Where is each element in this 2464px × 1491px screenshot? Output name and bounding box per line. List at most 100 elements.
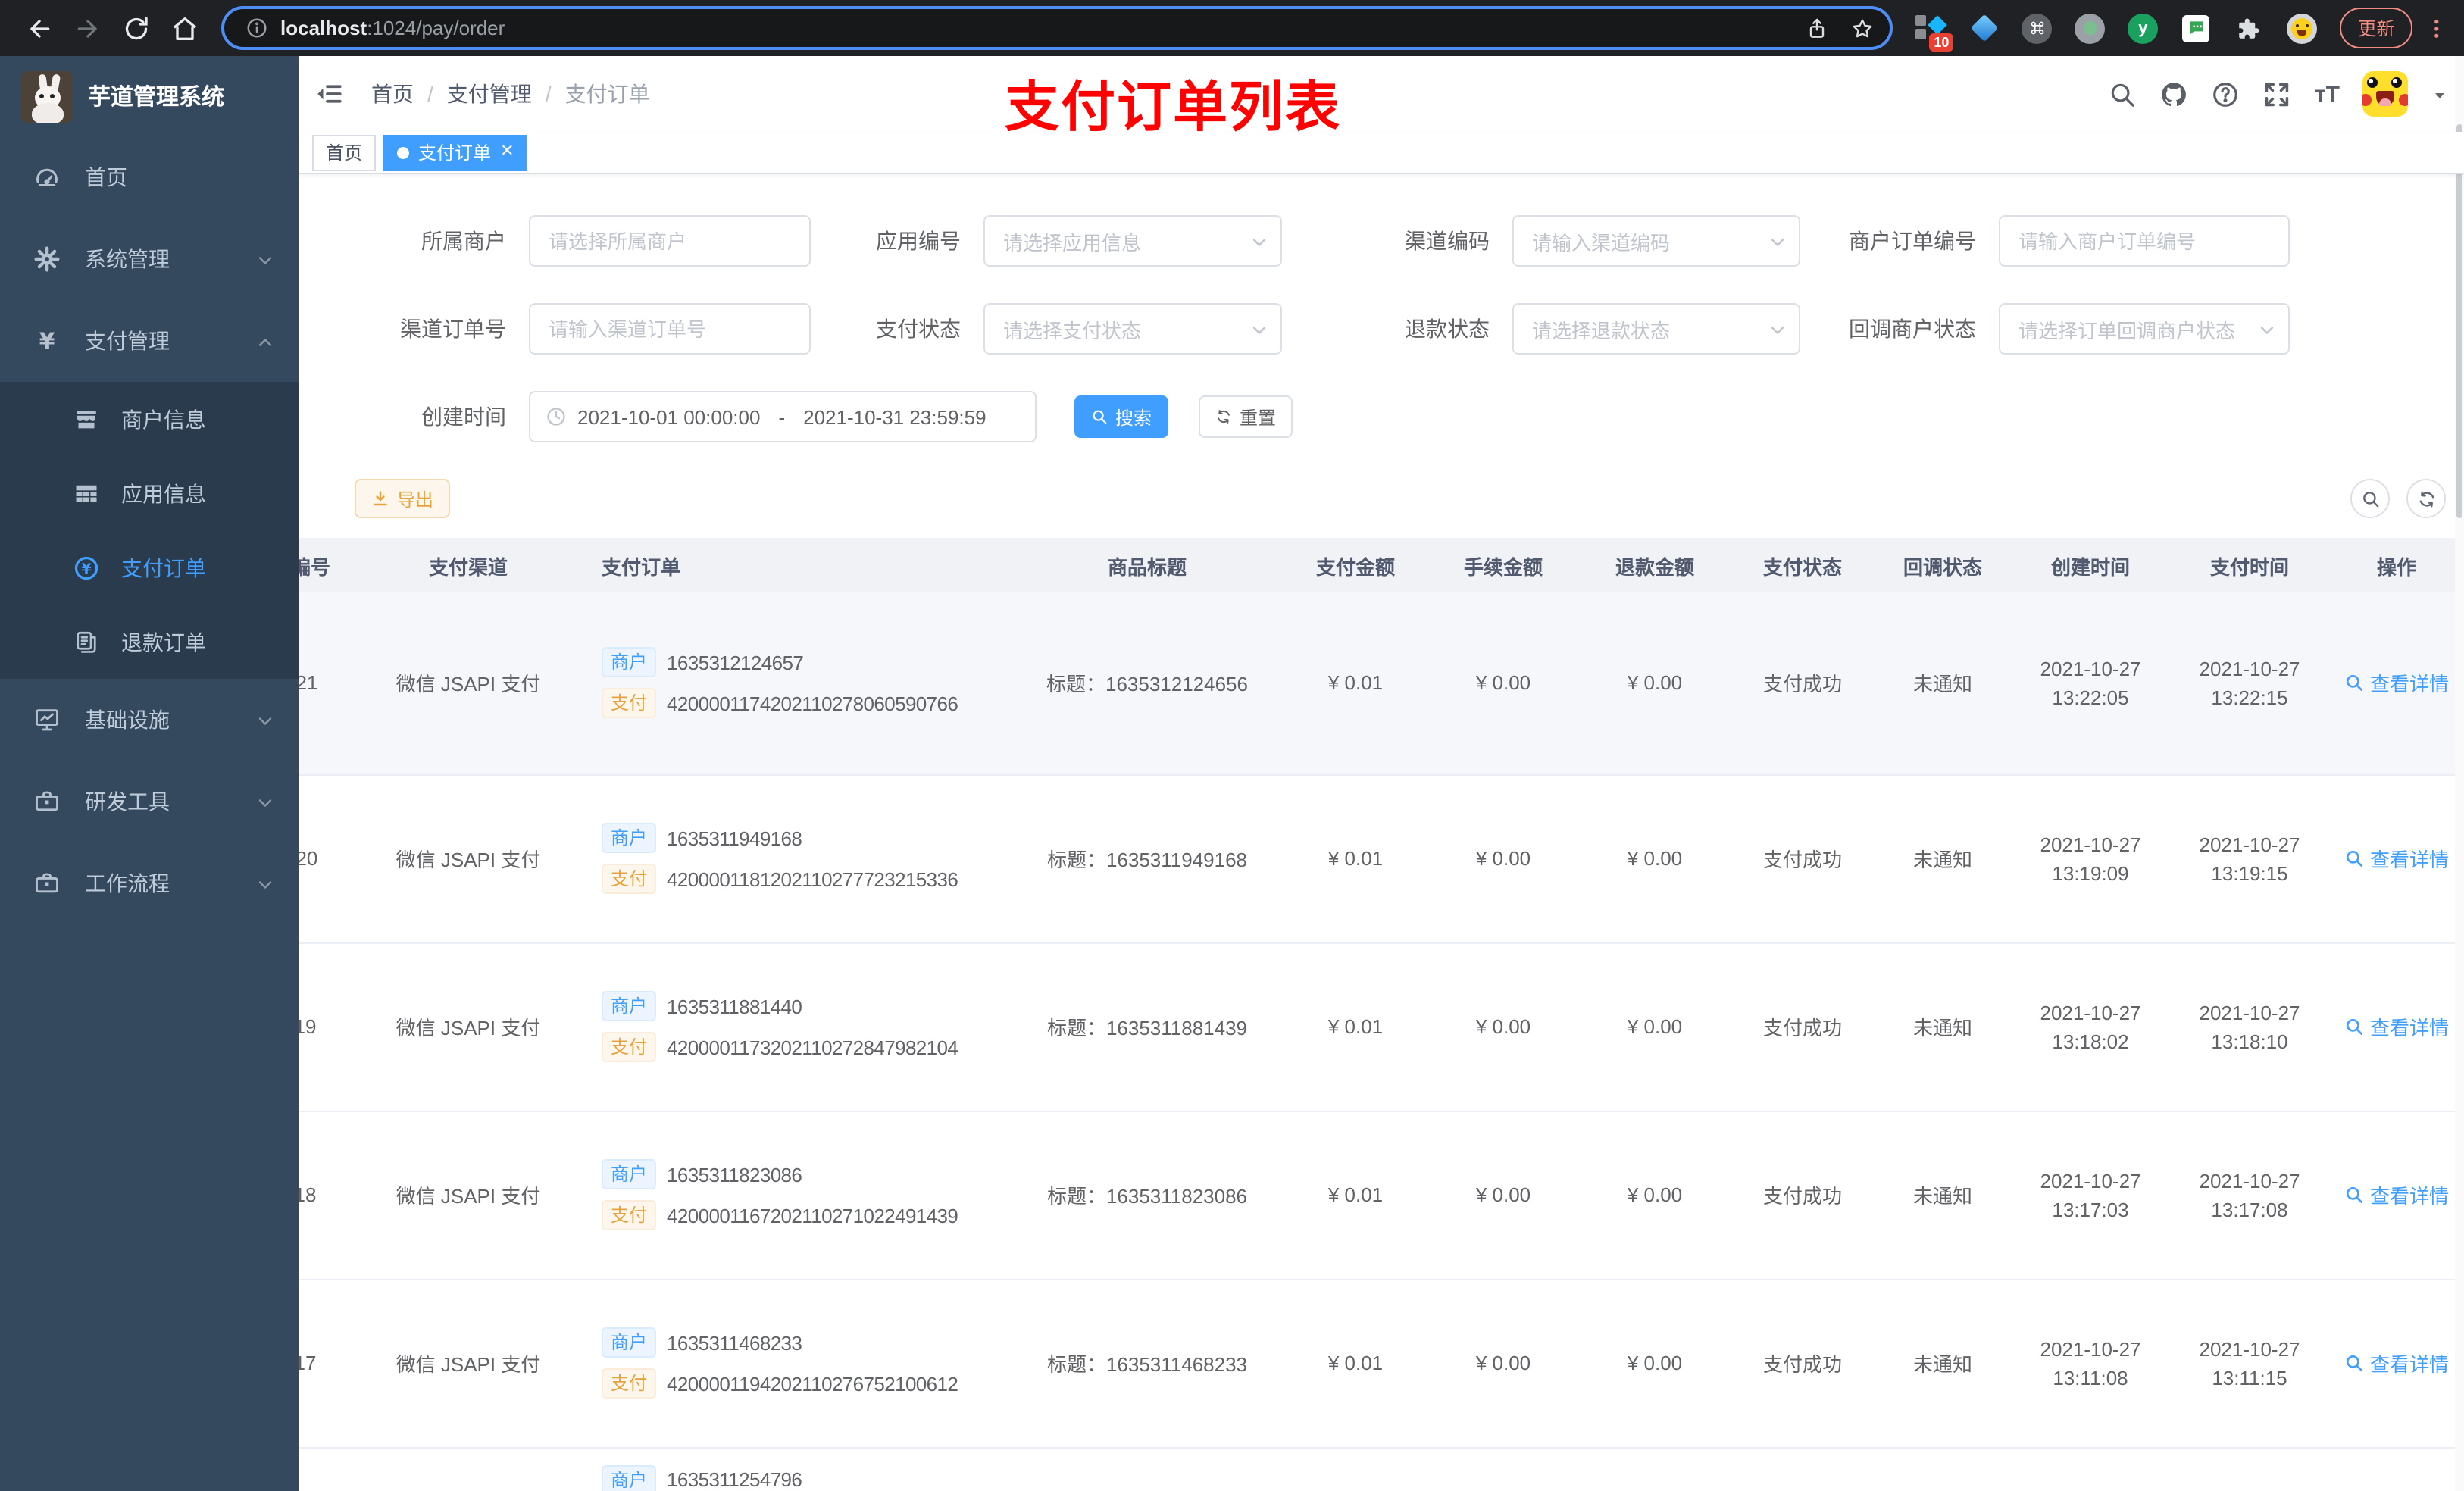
record-extension-icon[interactable] — [2073, 11, 2106, 45]
filter-label: 回调商户状态 — [1849, 317, 1976, 341]
sidebar-item-payment[interactable]: ¥ 支付管理 — [0, 300, 299, 382]
view-detail-link[interactable]: 查看详情 — [2344, 1012, 2449, 1041]
product-title-cell: 标题：1635311468233 — [1046, 1353, 1248, 1376]
sidebar-item-dev-tools[interactable]: 研发工具 — [0, 761, 299, 842]
rabbit-logo-image — [21, 70, 73, 122]
pay-order-cell: 商户 1635311254796 — [571, 1447, 1011, 1491]
date-range-picker[interactable]: 2021-10-01 00:00:00-2021-10-31 23:59:59 — [529, 391, 1037, 442]
fee-amount-cell: ¥ 0.00 — [1475, 671, 1531, 695]
chrome-menu-icon[interactable] — [2425, 16, 2449, 40]
command-extension-icon[interactable] — [2020, 11, 2053, 45]
forward-icon[interactable] — [73, 13, 103, 43]
filter-input[interactable] — [1999, 215, 2290, 267]
table-row[interactable]: 118 微信 JSAPI 支付 商户1635311823086支付420000116… — [299, 1111, 2464, 1279]
home-icon[interactable] — [170, 13, 200, 43]
tab-pay-order[interactable]: 支付订单 ✕ — [383, 134, 528, 170]
sidebar-item-label: 工作流程 — [85, 871, 170, 896]
chrome-update-button[interactable]: 更新 — [2340, 8, 2413, 48]
breadcrumb-home[interactable]: 首页 — [371, 79, 414, 109]
back-icon[interactable] — [24, 13, 55, 43]
view-detail-link[interactable]: 查看详情 — [2344, 1349, 2449, 1377]
sidebar-item-refund-order[interactable]: 退款订单 — [0, 605, 299, 679]
sidebar-item-label: 首页 — [85, 165, 127, 189]
sidebar-item-home[interactable]: 首页 — [0, 136, 299, 218]
filter-label: 应用编号 — [876, 229, 961, 253]
product-title-cell: 标题：1635311949168 — [1046, 849, 1248, 871]
refresh-icon[interactable] — [2406, 479, 2446, 518]
blue-diamond-extension-icon[interactable]: 10 — [1914, 11, 1954, 51]
create-time-cell: 2021-10-27 13:19:09 — [2040, 833, 2141, 884]
caret-down-icon[interactable] — [2431, 85, 2449, 103]
sidebar-item-label: 系统管理 — [85, 247, 170, 271]
fee-amount-cell: ¥ 0.00 — [1475, 1352, 1531, 1374]
font-size-icon[interactable]: ᴛT — [2315, 81, 2340, 107]
pay-tag: 支付 — [602, 1368, 657, 1399]
pay-status-cell: 支付成功 — [1762, 1017, 1842, 1039]
notify-status-cell: 未通知 — [1912, 1353, 1972, 1376]
help-icon[interactable] — [2212, 80, 2240, 108]
yen-circle-icon: ¥ — [73, 554, 100, 581]
pay-order-cell: 商户 1635311881440 支付 42000011732021102728479… — [571, 942, 1011, 1111]
puzzle-extension-icon[interactable] — [2232, 11, 2265, 45]
breadcrumb-pay-order: 支付订单 — [564, 82, 650, 106]
avatar[interactable] — [2362, 71, 2408, 117]
address-bar[interactable]: localhost:1024/pay/order — [221, 6, 1893, 50]
fullscreen-icon[interactable] — [2263, 80, 2292, 108]
table-row[interactable]: 120 微信 JSAPI 支付 商户1635311949168支付420000118… — [299, 774, 2464, 942]
app-logo[interactable]: 芋道管理系统 — [0, 56, 299, 136]
page-scrollbar[interactable] — [2455, 56, 2464, 1491]
filter-label: 商户订单编号 — [1849, 229, 1976, 253]
view-detail-link[interactable]: 查看详情 — [2344, 669, 2449, 698]
column-header: 退款金额 — [1579, 538, 1731, 592]
breadcrumb-pay-management[interactable]: 支付管理 — [447, 79, 532, 109]
pay-time-cell: 2021-10-27 13:22:15 — [2199, 657, 2300, 709]
column-header: 支付金额 — [1284, 538, 1427, 592]
column-header: 支付渠道 — [365, 538, 571, 592]
export-button[interactable]: 导出 — [355, 479, 451, 518]
sidebar-item-app-info[interactable]: 应用信息 — [0, 456, 299, 530]
github-icon[interactable] — [2160, 80, 2189, 108]
sidebar-item-system[interactable]: 系统管理 — [0, 218, 299, 300]
share-icon[interactable] — [1805, 16, 1829, 40]
reset-button[interactable]: 重置 — [1199, 395, 1293, 438]
refund-amount-cell: ¥ 0.00 — [1627, 1352, 1683, 1374]
top-navbar: 首页 / 支付管理 / 支付订单 支付订单列表 ᴛT — [299, 56, 2464, 138]
cell — [2011, 1447, 2170, 1491]
pay-time-cell: 2021-10-27 13:11:15 — [2199, 1337, 2300, 1389]
table-row[interactable]: 119 微信 JSAPI 支付 商户1635311881440支付420000117… — [299, 942, 2464, 1111]
sidebar-item-pay-order[interactable]: ¥ 支付订单 — [0, 530, 299, 605]
pay-time-cell: 2021-10-27 13:17:08 — [2199, 1169, 2300, 1221]
filter-select[interactable]: 请选择订单回调商户状态 — [1999, 303, 2290, 355]
merchant-tag: 商户 — [602, 1159, 657, 1189]
close-icon[interactable]: ✕ — [500, 143, 514, 161]
search-toggle-icon[interactable] — [2350, 479, 2390, 518]
sidebar-item-infrastructure[interactable]: 基础设施 — [0, 679, 299, 761]
y-extension-icon[interactable]: y — [2126, 11, 2159, 45]
bookmark-star-icon[interactable] — [1850, 16, 1875, 40]
column-header: 支付状态 — [1731, 538, 1875, 592]
pay-tag: 支付 — [602, 1200, 657, 1230]
chat-extension-icon[interactable] — [2179, 11, 2212, 45]
search-button[interactable]: 搜索 — [1074, 395, 1168, 438]
view-detail-link[interactable]: 查看详情 — [2344, 1180, 2449, 1209]
svg-text:¥: ¥ — [39, 329, 55, 355]
extension-badge: 10 — [1929, 33, 1954, 51]
kite-extension-icon[interactable] — [1967, 11, 2000, 45]
sidebar-item-workflow[interactable]: 工作流程 — [0, 842, 299, 924]
pay-amount-cell: ¥ 0.01 — [1327, 1352, 1384, 1374]
cell — [1731, 1447, 1875, 1491]
sidebar-item-merchant-info[interactable]: 商户信息 — [0, 382, 299, 456]
site-info-icon[interactable] — [245, 17, 268, 39]
page-title-annotation: 支付订单列表 — [1005, 76, 1342, 138]
create-time-cell: 2021-10-27 13:22:05 — [2040, 657, 2141, 709]
tab-home[interactable]: 首页 — [312, 134, 377, 170]
emoji-extension-icon[interactable] — [2285, 11, 2319, 45]
table-row[interactable]: 121 微信 JSAPI 支付 商户1635312124657支付420000117… — [299, 592, 2464, 774]
table-row[interactable]: 117 微信 JSAPI 支付 商户1635311468233支付420000119… — [299, 1279, 2464, 1447]
table-row-partial[interactable]: 商户 1635311254796 — [299, 1447, 2464, 1491]
create-time-cell: 2021-10-27 13:18:02 — [2040, 1001, 2141, 1052]
sidebar-fold-icon[interactable] — [317, 82, 344, 106]
view-detail-link[interactable]: 查看详情 — [2344, 844, 2449, 873]
search-icon[interactable] — [2109, 80, 2137, 108]
reload-icon[interactable] — [121, 13, 152, 43]
